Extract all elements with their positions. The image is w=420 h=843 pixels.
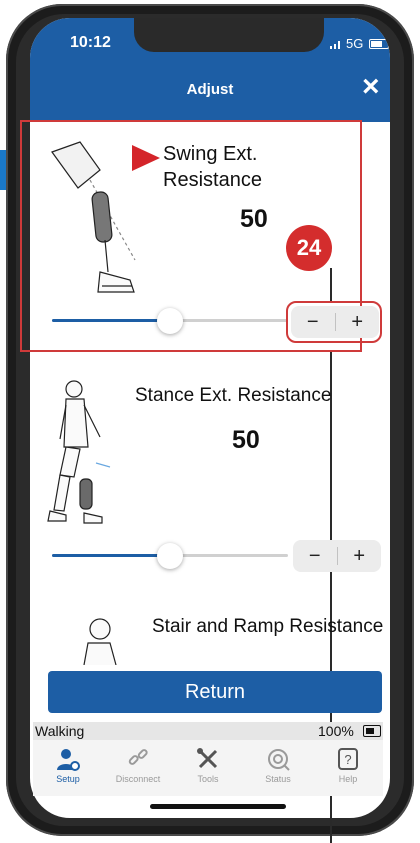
stair-person-illustration (83, 618, 117, 665)
tab-label: Status (265, 774, 291, 784)
return-button[interactable]: Return (48, 671, 382, 713)
callout-line-upper (330, 268, 332, 302)
tab-bar: Setup Disconnect Tools Status ? Help (33, 740, 383, 796)
swing-title: Swing Ext. Resistance (163, 143, 262, 191)
stance-value: 50 (232, 426, 260, 454)
slider-thumb[interactable] (157, 308, 183, 334)
signal-icon (330, 39, 340, 49)
tab-label: Setup (56, 774, 80, 784)
user-settings-icon (57, 749, 80, 771)
status-icon (268, 749, 290, 771)
status-icons: 5G (330, 36, 390, 51)
tools-icon (197, 748, 218, 769)
camera-notch (134, 18, 324, 52)
walking-person-illustration (47, 380, 111, 524)
stance-increase-button[interactable]: + (338, 540, 382, 572)
status-time: 10:12 (70, 34, 111, 51)
tab-setup[interactable]: Setup (33, 740, 103, 796)
device-status-bar: Walking 100% (33, 722, 383, 740)
svg-text:?: ? (344, 752, 351, 767)
home-indicator (150, 804, 286, 809)
slider-fill (52, 319, 170, 322)
broken-link-icon (128, 749, 148, 765)
tab-tools[interactable]: Tools (173, 740, 243, 796)
tab-help[interactable]: ? Help (313, 740, 383, 796)
battery-percent: 100% (318, 723, 354, 739)
tab-status[interactable]: Status (243, 740, 313, 796)
tab-label: Help (338, 774, 358, 784)
tab-label: Tools (197, 774, 219, 784)
header-bar: 10:12 5G Adjust × (30, 18, 390, 122)
help-icon: ? (338, 748, 358, 770)
stepper-highlight-box (286, 301, 382, 343)
stance-stepper: − + (293, 540, 381, 572)
close-icon[interactable]: × (362, 72, 388, 102)
stair-title: Stair and Ramp Resistance (152, 616, 384, 637)
tab-disconnect[interactable]: Disconnect (103, 740, 173, 796)
swing-slider[interactable] (52, 306, 288, 336)
swing-value: 50 (240, 205, 268, 233)
pointer-arrow-icon (132, 145, 160, 171)
stance-slider[interactable] (52, 541, 288, 571)
slider-thumb[interactable] (157, 543, 183, 569)
slider-fill (52, 554, 170, 557)
stance-decrease-button[interactable]: − (293, 540, 337, 572)
step-badge: 24 (286, 225, 332, 271)
stance-title: Stance Ext. Resistance (135, 385, 332, 406)
tab-label: Disconnect (115, 774, 161, 784)
page-title: Adjust (186, 81, 234, 98)
battery-icon (363, 725, 381, 737)
network-label: 5G (346, 36, 364, 51)
battery-icon (369, 38, 390, 49)
walking-mode-label: Walking (35, 723, 85, 739)
